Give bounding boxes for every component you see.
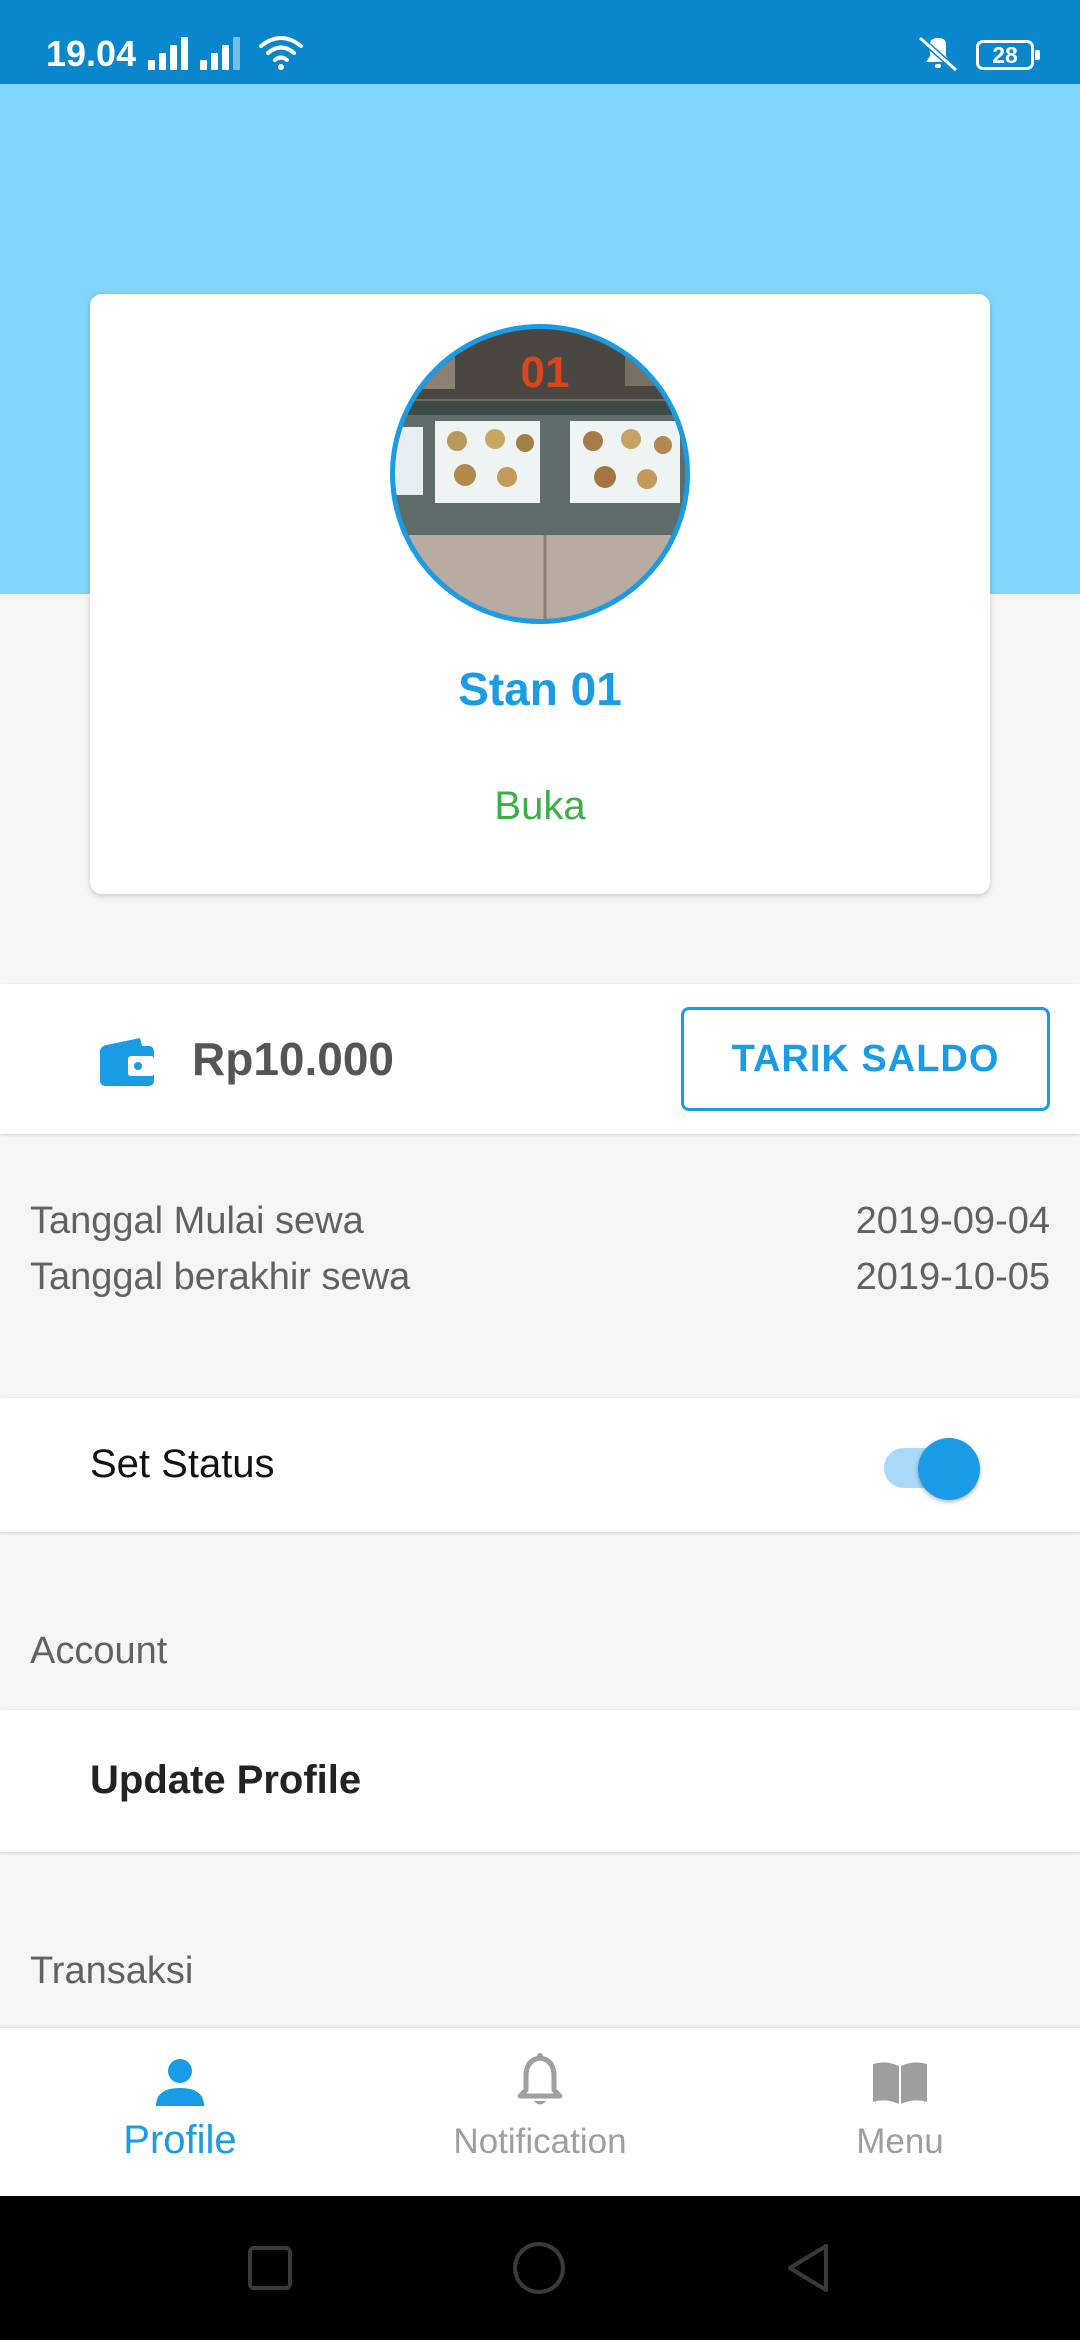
stall-status: Buka [494,784,586,828]
nav-profile[interactable]: Profile [0,2028,360,2196]
stall-name: Stan 01 [458,663,622,715]
set-status-label: Set Status [90,1442,275,1486]
nav-menu[interactable]: Menu [720,2028,1080,2196]
rent-start-row: Tanggal Mulai sewa 2019-09-04 [30,1200,1050,1243]
bell-icon [517,2053,563,2105]
bottom-navigation: Profile Notification Menu [0,2028,1080,2196]
rent-end-row: Tanggal berakhir sewa 2019-10-05 [30,1256,1050,1299]
rent-end-date: 2019-10-05 [855,1256,1050,1298]
back-icon[interactable] [780,2240,836,2296]
rent-end-label: Tanggal berakhir sewa [30,1256,411,1298]
update-profile-label: Update Profile [90,1758,362,1802]
balance-row: Rp10.000 TARIK SALDO [0,984,1080,1134]
status-time: 19.04 [46,33,137,74]
stall-number-label: 01 [521,348,570,397]
recent-apps-icon[interactable] [242,2240,298,2296]
stall-photo-image: 01 [395,329,685,619]
nav-menu-label: Menu [856,2122,944,2161]
status-bar: 19.04 28 [0,0,1080,84]
book-icon [873,2062,927,2104]
stall-photo[interactable]: 01 [390,324,690,624]
nav-notification-label: Notification [453,2122,627,2161]
nav-profile-label: Profile [123,2118,237,2162]
rent-start-date: 2019-09-04 [855,1200,1050,1242]
rent-start-label: Tanggal Mulai sewa [30,1200,364,1242]
wallet-icon [100,1038,154,1086]
wifi-icon [259,36,303,70]
update-profile-item[interactable]: Update Profile [0,1710,1080,1852]
withdraw-balance-button[interactable]: TARIK SALDO [681,1007,1050,1111]
signal-icon [148,34,196,70]
battery-indicator: 28 [976,40,1040,70]
signal-icon [200,34,248,70]
system-navigation-bar [0,2196,1080,2340]
home-icon[interactable] [511,2240,567,2296]
section-account: Account [30,1630,168,1672]
person-icon [156,2059,204,2106]
section-transaksi: Transaksi [30,1950,194,1992]
set-status-row: Set Status [0,1398,1080,1532]
nav-notification[interactable]: Notification [360,2028,720,2196]
vibrate-off-icon [918,35,958,73]
profile-card: 01 Stan 01 Buka [90,294,990,894]
balance-amount: Rp10.000 [192,1033,395,1085]
status-toggle-thumb[interactable] [918,1438,980,1500]
